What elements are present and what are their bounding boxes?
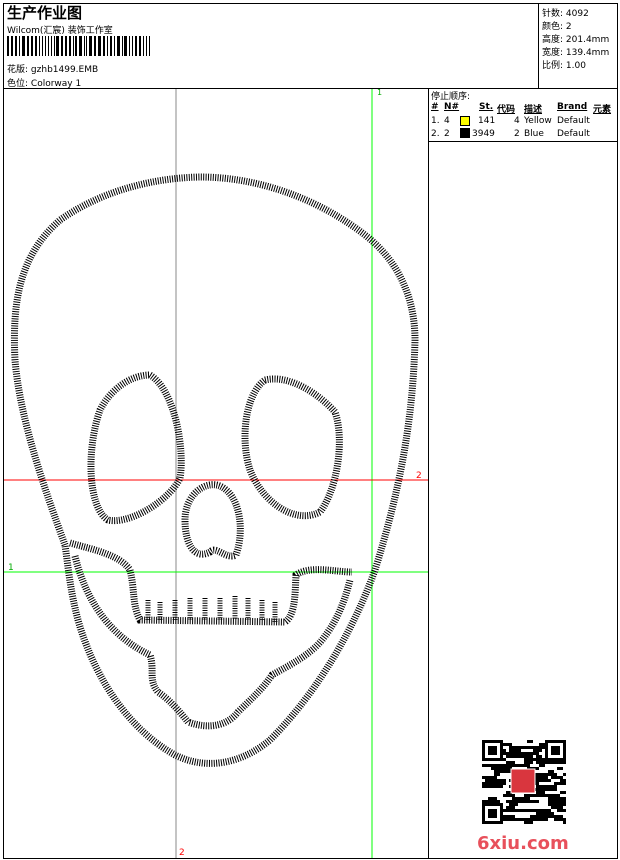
skull-embroidery	[10, 173, 419, 767]
guide-label-h-red: 2	[416, 471, 422, 481]
lower-jaw	[71, 555, 354, 730]
guide-label-v-green: 1	[377, 88, 382, 97]
nose	[181, 481, 244, 560]
guide-label-v-gray: 2	[179, 848, 185, 858]
qr-code	[482, 740, 566, 824]
skull-outline	[10, 173, 419, 767]
watermark-logo: 6xiu.com	[477, 833, 569, 854]
design-canvas: 1 2 1 2 6xiu.com	[4, 88, 569, 858]
left-eye	[87, 371, 185, 525]
guide-label-h-green: 1	[8, 563, 14, 573]
production-sheet: 生产作业图 Wilcom(汇宸) 装饰工作室 花版: gzhb1499.EMB …	[0, 0, 620, 860]
right-eye	[241, 375, 343, 520]
